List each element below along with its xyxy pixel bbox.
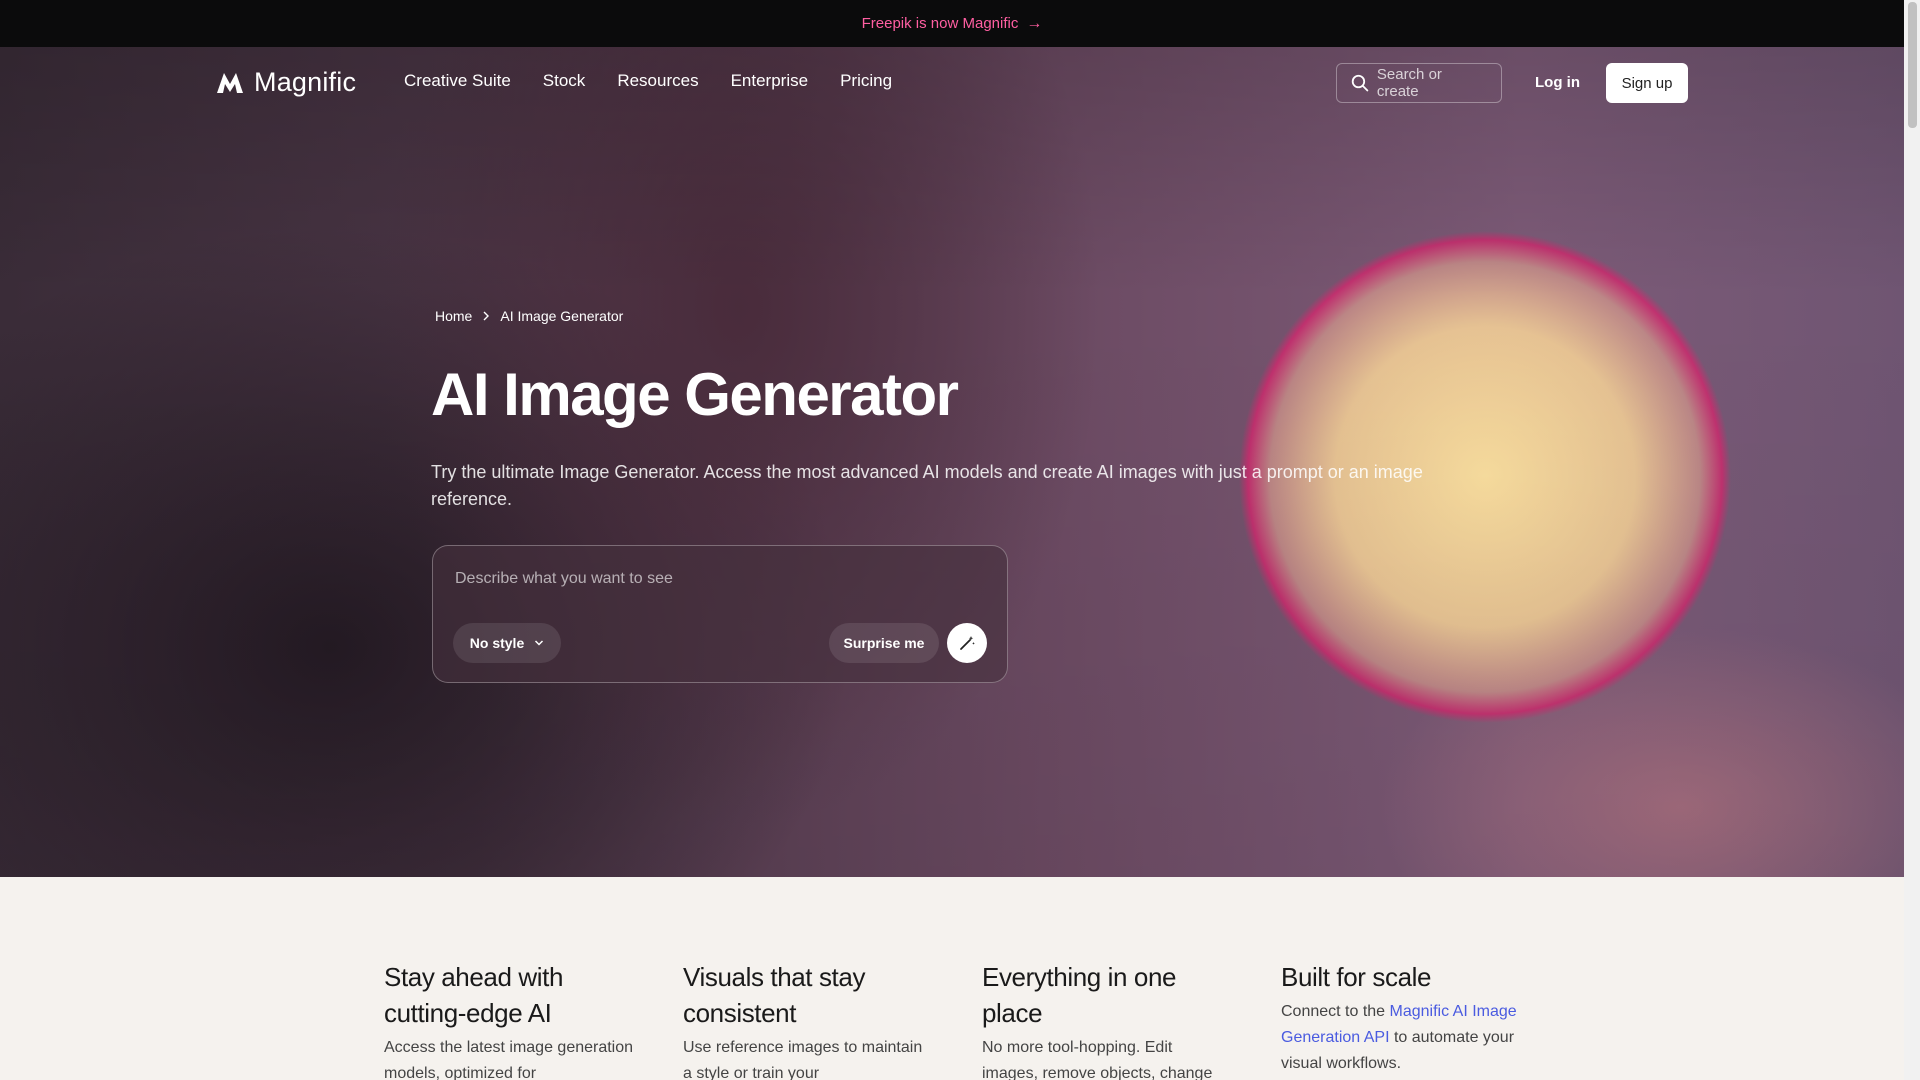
nav-enterprise[interactable]: Enterprise — [731, 71, 808, 91]
search-box[interactable]: Search or create — [1336, 63, 1502, 103]
breadcrumb: Home AI Image Generator — [435, 308, 623, 324]
style-dropdown[interactable]: No style — [453, 623, 561, 663]
logo-text: Magnific — [254, 67, 357, 97]
signup-button[interactable]: Sign up — [1606, 63, 1688, 103]
search-placeholder: Search or create — [1376, 66, 1442, 100]
feature-title: Visuals that stay consistent — [683, 962, 866, 1028]
search-icon — [1351, 74, 1369, 92]
page-subtitle: Try the ultimate Image Generator. Access… — [431, 462, 1423, 509]
feature-title: Built for scale — [1281, 962, 1432, 992]
nav-pricing[interactable]: Pricing — [840, 71, 892, 91]
feature-text: Connect to the Magnific AI Image Generat… — [1281, 999, 1531, 1077]
feature-text: Use reference images to maintain a style… — [683, 1039, 923, 1080]
nav-links: Creative Suite Stock Resources Enterpris… — [404, 71, 892, 91]
prompt-input[interactable] — [455, 570, 975, 588]
arrow-right-icon: → — [1026, 14, 1043, 32]
feature-consistent: Visuals that stay consistent Use referen… — [683, 959, 933, 1080]
page-scrollbar[interactable] — [1904, 0, 1920, 1080]
feature-text-before: Connect to the — [1281, 1003, 1390, 1020]
magnific-logo-icon — [217, 72, 243, 93]
feature-scale: Built for scale Connect to the Magnific … — [1281, 959, 1531, 1077]
surprise-me-button[interactable]: Surprise me — [829, 623, 939, 663]
style-label: No style — [469, 635, 525, 651]
prompt-box: No style Surprise me — [432, 545, 1008, 683]
scrollbar-thumb[interactable] — [1908, 2, 1917, 128]
feature-cutting-edge: Stay ahead with cutting-edge AI Access t… — [384, 959, 634, 1080]
chevron-right-icon — [483, 311, 490, 321]
page-title: AI Image Generator — [431, 361, 959, 428]
chevron-down-icon — [535, 640, 544, 646]
announcement-link[interactable]: Freepik is now Magnific → — [862, 15, 1043, 33]
login-link[interactable]: Log in — [1535, 74, 1580, 91]
announcement-text: Freepik is now Magnific — [861, 15, 1019, 32]
top-nav: Magnific Creative Suite Stock Resources … — [0, 47, 1904, 119]
feature-title: Stay ahead with cutting-edge AI — [384, 962, 564, 1028]
feature-one-place: Everything in one place No more tool-hop… — [982, 959, 1232, 1080]
breadcrumb-current: AI Image Generator — [500, 308, 624, 324]
feature-text: No more tool-hopping. Edit images, remov… — [982, 1039, 1213, 1080]
logo[interactable]: Magnific — [216, 67, 356, 98]
nav-resources[interactable]: Resources — [617, 71, 698, 91]
magic-wand-icon — [960, 636, 975, 650]
generate-button[interactable] — [947, 623, 987, 663]
breadcrumb-home[interactable]: Home — [435, 308, 472, 324]
nav-creative-suite[interactable]: Creative Suite — [404, 71, 511, 91]
announcement-bar: Freepik is now Magnific → — [0, 0, 1904, 47]
nav-stock[interactable]: Stock — [543, 71, 586, 91]
feature-title: Everything in one place — [982, 962, 1177, 1028]
features-section: Stay ahead with cutting-edge AI Access t… — [0, 877, 1904, 1080]
feature-text: Access the latest image generation model… — [384, 1039, 634, 1080]
